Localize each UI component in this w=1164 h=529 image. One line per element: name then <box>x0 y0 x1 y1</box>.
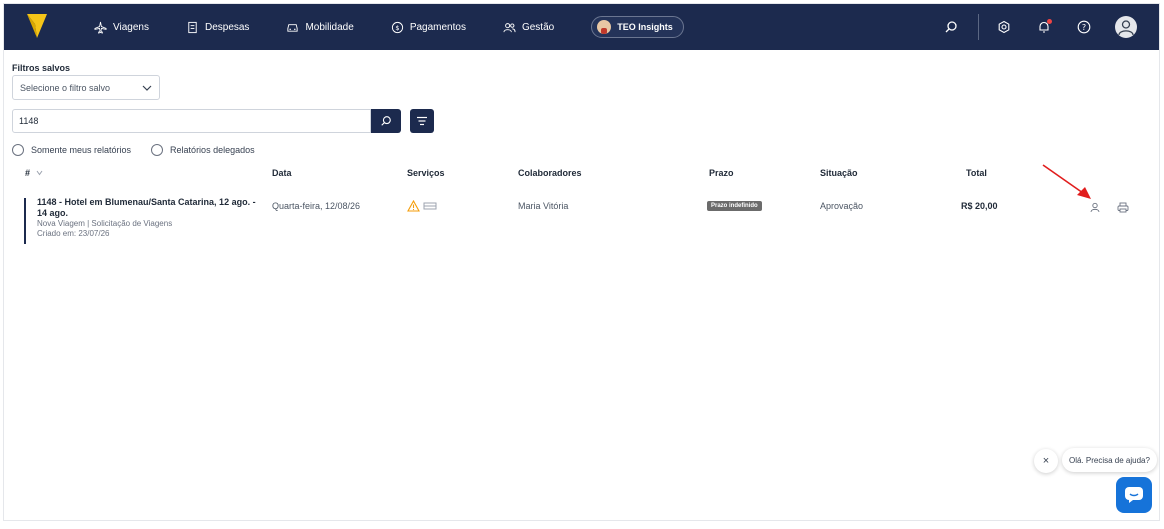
table-row[interactable]: 1148 - Hotel em Blumenau/Santa Catarina,… <box>24 192 1154 244</box>
notifications-button[interactable] <box>1035 18 1053 36</box>
report-scope-radios: Somente meus relatórios Relatórios deleg… <box>12 144 275 156</box>
deadline-badge: Prazo indefinido <box>707 201 762 211</box>
warning-icon <box>407 200 420 212</box>
search-icon <box>381 116 391 126</box>
column-header-collaborators[interactable]: Colaboradores <box>518 168 582 178</box>
nav-label: Gestão <box>521 21 555 33</box>
settings-button[interactable] <box>995 18 1013 36</box>
notification-dot <box>1047 19 1052 24</box>
svg-text:?: ? <box>1082 23 1086 32</box>
chevron-down-icon <box>142 85 152 91</box>
user-avatar[interactable] <box>1115 16 1137 38</box>
column-header-total[interactable]: Total <box>966 168 987 178</box>
column-header-deadline[interactable]: Prazo <box>709 168 734 178</box>
column-header-id[interactable]: # <box>25 168 43 178</box>
car-icon <box>287 23 299 32</box>
services-cell <box>407 200 437 212</box>
teo-insights-label: TEO Insights <box>617 22 673 32</box>
nav-viagens[interactable]: Viagens <box>94 4 149 50</box>
users-icon <box>503 22 516 32</box>
gear-icon <box>998 20 1010 34</box>
nav-label: Pagamentos <box>409 21 466 33</box>
report-date: Quarta-feira, 12/08/26 <box>272 201 361 211</box>
total-amount: R$ 20,00 <box>961 201 998 211</box>
chat-launcher-button[interactable] <box>1116 477 1152 513</box>
annotation-arrow <box>1042 164 1091 199</box>
search-submit-button[interactable] <box>371 109 401 133</box>
dollar-icon: $ <box>391 21 403 33</box>
saved-filter-value: Selecione o filtro salvo <box>20 82 111 93</box>
report-created-date: Criado em: 23/07/26 <box>37 229 110 238</box>
teo-insights-button[interactable]: TEO Insights <box>591 16 684 38</box>
report-title: 1148 - Hotel em Blumenau/Santa Catarina,… <box>37 197 256 218</box>
nav-despesas[interactable]: Despesas <box>186 4 249 50</box>
column-header-status[interactable]: Situação <box>820 168 858 178</box>
nav-mobilidade[interactable]: Mobilidade <box>286 4 354 50</box>
report-title-cell[interactable]: 1148 - Hotel em Blumenau/Santa Catarina,… <box>37 197 259 239</box>
brand-logo[interactable] <box>26 12 48 40</box>
user-icon <box>1118 20 1134 36</box>
advanced-filter-button[interactable] <box>410 109 434 133</box>
saved-filters-label: Filtros salvos <box>12 63 71 73</box>
row-accent-bar <box>24 198 26 244</box>
filter-lines-icon <box>417 116 427 126</box>
nav-label: Despesas <box>204 21 250 33</box>
radio-my-reports[interactable]: Somente meus relatórios <box>12 144 131 156</box>
radio-delegated-reports[interactable]: Relatórios delegados <box>151 144 255 156</box>
top-navbar: Viagens Despesas Mobilidade $ Pagamentos… <box>4 4 1159 50</box>
nav-label: Mobilidade <box>305 21 354 33</box>
chat-prompt-bubble[interactable]: Olá. Precisa de ajuda? <box>1062 448 1157 472</box>
radio-label: Somente meus relatórios <box>31 145 132 155</box>
header-actions: ? <box>942 4 1159 50</box>
header-label: # <box>25 168 31 178</box>
column-header-date[interactable]: Data <box>272 168 292 178</box>
collaborator-name: Maria Vitória <box>518 201 569 211</box>
hotel-bed-icon <box>423 202 437 210</box>
help-icon: ? <box>1077 20 1091 34</box>
radio-circle <box>151 144 164 156</box>
help-button[interactable]: ? <box>1075 18 1093 36</box>
chat-close-button[interactable]: × <box>1034 449 1058 473</box>
saved-filter-select[interactable]: Selecione o filtro salvo <box>12 75 160 100</box>
nav-pagamentos[interactable]: $ Pagamentos <box>391 4 466 50</box>
search-icon <box>945 21 957 33</box>
print-button[interactable] <box>1117 202 1129 215</box>
nav-gestao[interactable]: Gestão <box>503 4 554 50</box>
column-header-services[interactable]: Serviços <box>407 168 445 178</box>
header-divider <box>978 14 979 40</box>
report-subtitle: Nova Viagem | Solicitação de Viagens <box>37 219 173 228</box>
receipt-icon <box>188 21 197 33</box>
status-text: Aprovação <box>820 201 864 211</box>
teo-avatar-icon <box>597 20 612 34</box>
radio-label: Relatórios delegados <box>170 145 255 155</box>
chat-icon <box>1125 487 1143 503</box>
plane-icon <box>94 21 107 34</box>
radio-circle <box>12 144 24 156</box>
search-input[interactable] <box>12 109 371 133</box>
svg-text:$: $ <box>395 23 399 31</box>
app-window: Viagens Despesas Mobilidade $ Pagamentos… <box>3 3 1160 521</box>
sort-icon <box>36 170 42 176</box>
main-nav: Viagens Despesas Mobilidade $ Pagamentos… <box>94 4 684 50</box>
search-button[interactable] <box>942 18 960 36</box>
printer-icon <box>1117 202 1129 213</box>
nav-label: Viagens <box>113 21 149 33</box>
